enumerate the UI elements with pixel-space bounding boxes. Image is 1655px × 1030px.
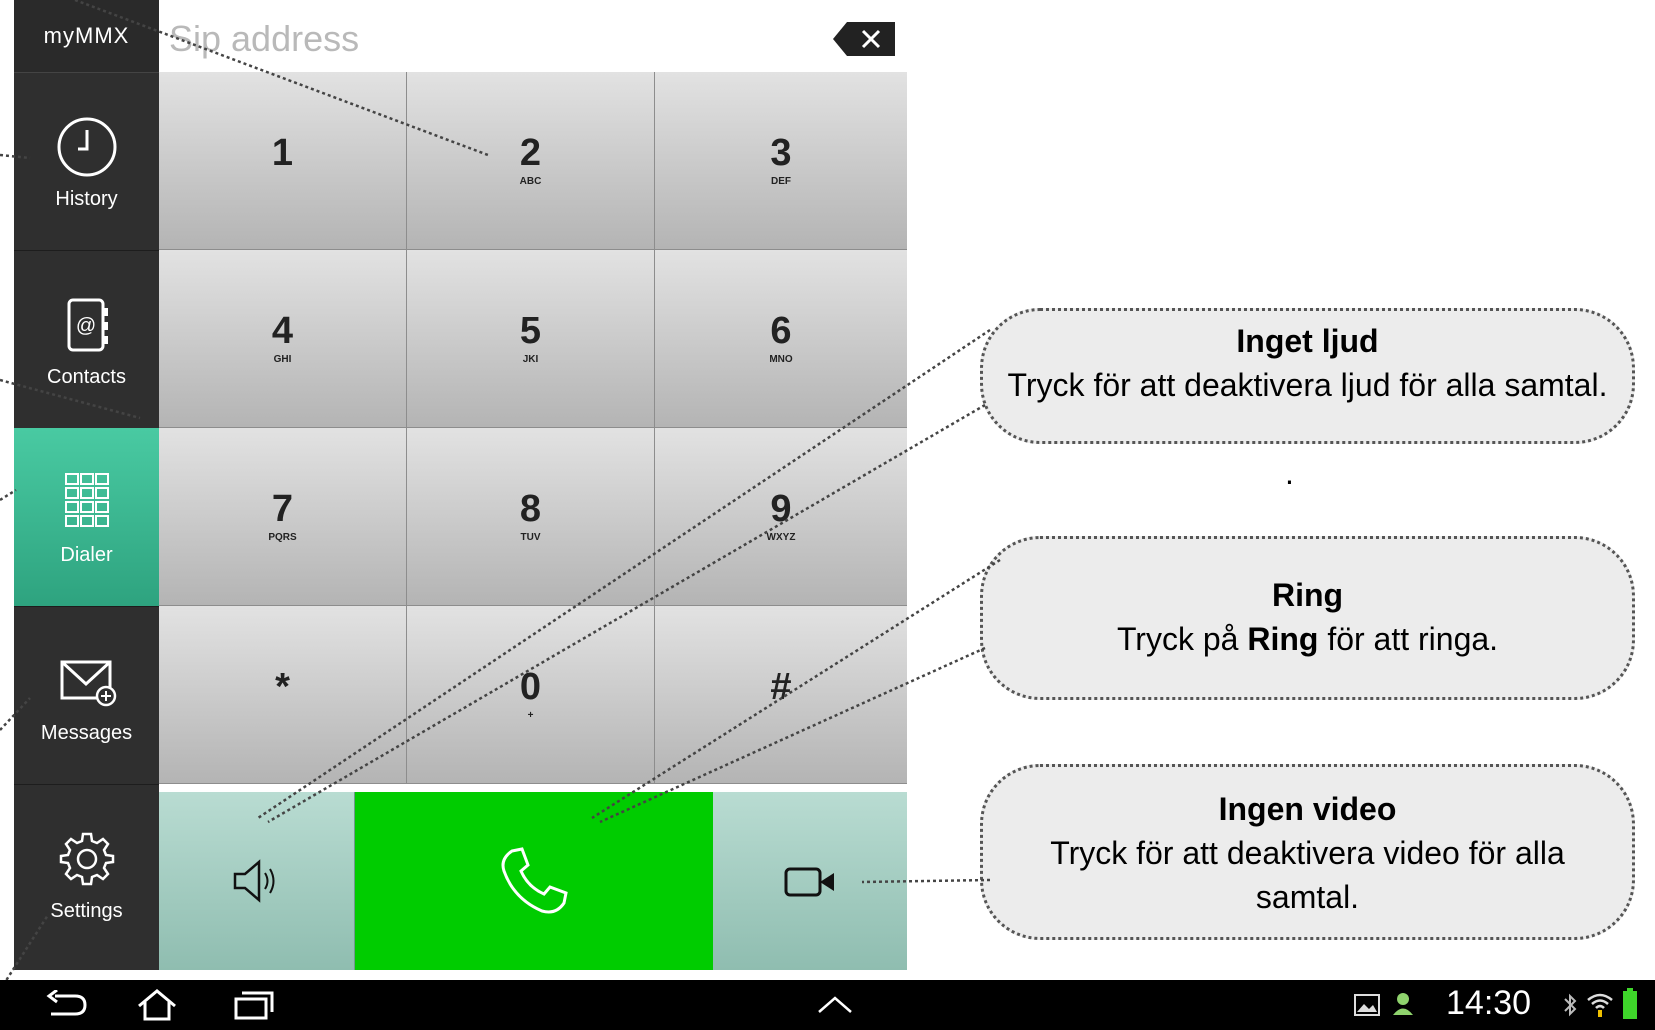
dialpad-key[interactable]: # xyxy=(655,606,907,784)
chevron-up-icon[interactable] xyxy=(815,992,855,1016)
key-digit: 8 xyxy=(519,488,542,530)
sip-address-bar: Sip address xyxy=(159,0,907,72)
key-digit: # xyxy=(770,666,792,708)
key-letters: ABC xyxy=(519,176,542,187)
callout-title: Ingen video xyxy=(1218,791,1397,827)
key-digit: 1 xyxy=(271,132,294,174)
dialpad-key[interactable]: 0 + xyxy=(407,606,655,784)
dialpad-key[interactable]: 5 JKI xyxy=(407,250,655,428)
envelope-icon xyxy=(60,660,116,706)
key-digit: 4 xyxy=(271,310,294,352)
sidebar-item-label: Messages xyxy=(40,721,133,744)
callout-no-video: Ingen video Tryck för att deaktivera vid… xyxy=(980,764,1635,940)
mute-audio-button[interactable] xyxy=(159,792,355,970)
battery-icon xyxy=(1623,988,1637,1019)
sidebar-item-history[interactable]: History xyxy=(14,72,159,251)
callout-title: Inget ljud xyxy=(1236,323,1379,359)
key-letters: GHI xyxy=(273,354,292,365)
dialpad-key[interactable]: 1 xyxy=(159,72,407,250)
sidebar-item-label: Dialer xyxy=(60,543,113,566)
dialpad-key[interactable]: 2 ABC xyxy=(407,72,655,250)
back-icon[interactable] xyxy=(45,990,89,1020)
home-icon[interactable] xyxy=(135,988,179,1022)
phone-icon xyxy=(501,847,568,914)
sidebar-item-settings[interactable]: Settings xyxy=(14,784,159,962)
contact-notification-icon xyxy=(1393,993,1413,1015)
clock-icon xyxy=(57,117,116,176)
callout-ring: Ring Tryck på Ring för att ringa. xyxy=(980,536,1635,700)
svg-text:@: @ xyxy=(75,315,95,337)
address-book-icon: @ xyxy=(67,298,108,351)
sidebar-item-dialer[interactable]: Dialer xyxy=(14,428,159,607)
gear-icon xyxy=(59,832,114,885)
mute-video-button[interactable] xyxy=(713,792,907,970)
key-digit: 2 xyxy=(519,132,542,174)
stray-dot: . xyxy=(1285,455,1294,491)
key-letters: WXYZ xyxy=(766,532,796,543)
key-letters: JKI xyxy=(522,354,539,365)
key-digit: 3 xyxy=(770,132,792,174)
key-letters: TUV xyxy=(520,532,541,543)
recent-apps-icon[interactable] xyxy=(232,990,276,1020)
wifi-icon xyxy=(1587,993,1613,1017)
dialpad-key[interactable]: 9 WXYZ xyxy=(655,428,907,606)
sidebar-item-messages[interactable]: Messages xyxy=(14,606,159,785)
system-navigation-bar: 14:30 xyxy=(0,980,1655,1030)
sip-address-input[interactable]: Sip address xyxy=(169,18,359,60)
key-digit: * xyxy=(275,666,290,708)
app-logo: myMMX xyxy=(14,0,159,73)
dialpad-icon xyxy=(64,472,109,527)
call-button[interactable] xyxy=(355,792,713,970)
dialpad-key[interactable]: 3 DEF xyxy=(655,72,907,250)
callout-title: Ring xyxy=(1271,577,1344,613)
dialpad-key[interactable]: 6 MNO xyxy=(655,250,907,428)
bluetooth-icon xyxy=(1564,993,1577,1017)
sidebar-item-label: History xyxy=(55,187,118,210)
video-camera-icon xyxy=(784,867,834,897)
key-letters: + xyxy=(527,710,534,721)
callout-text: Tryck för att deaktivera video för alla … xyxy=(1050,835,1565,915)
key-letters: DEF xyxy=(771,176,791,187)
dialpad-key[interactable]: 8 TUV xyxy=(407,428,655,606)
sidebar-item-contacts[interactable]: @ Contacts xyxy=(14,250,159,429)
key-letters: MNO xyxy=(769,354,793,365)
sidebar-item-label: Settings xyxy=(50,899,123,922)
key-digit: 0 xyxy=(519,666,542,708)
dialpad-key[interactable]: 4 GHI xyxy=(159,250,407,428)
key-letters: PQRS xyxy=(268,532,297,543)
backspace-icon[interactable] xyxy=(833,22,895,56)
callout-text: Tryck på Ring för att ringa. xyxy=(1116,621,1499,657)
key-digit: 9 xyxy=(770,488,792,530)
dialpad-key[interactable]: 7 PQRS xyxy=(159,428,407,606)
callout-mute-audio: Inget ljud Tryck för att deaktivera ljud… xyxy=(980,308,1635,444)
speaker-icon xyxy=(233,859,274,903)
key-digit: 6 xyxy=(770,310,792,352)
status-clock: 14:30 xyxy=(1446,984,1532,1022)
gallery-notification-icon xyxy=(1354,994,1380,1016)
callout-text: Tryck för att deaktivera ljud för alla s… xyxy=(1007,367,1608,403)
key-digit: 7 xyxy=(271,488,294,530)
sidebar-item-label: Contacts xyxy=(47,365,126,388)
key-digit: 5 xyxy=(519,310,542,352)
dialpad-key[interactable]: * xyxy=(159,606,407,784)
